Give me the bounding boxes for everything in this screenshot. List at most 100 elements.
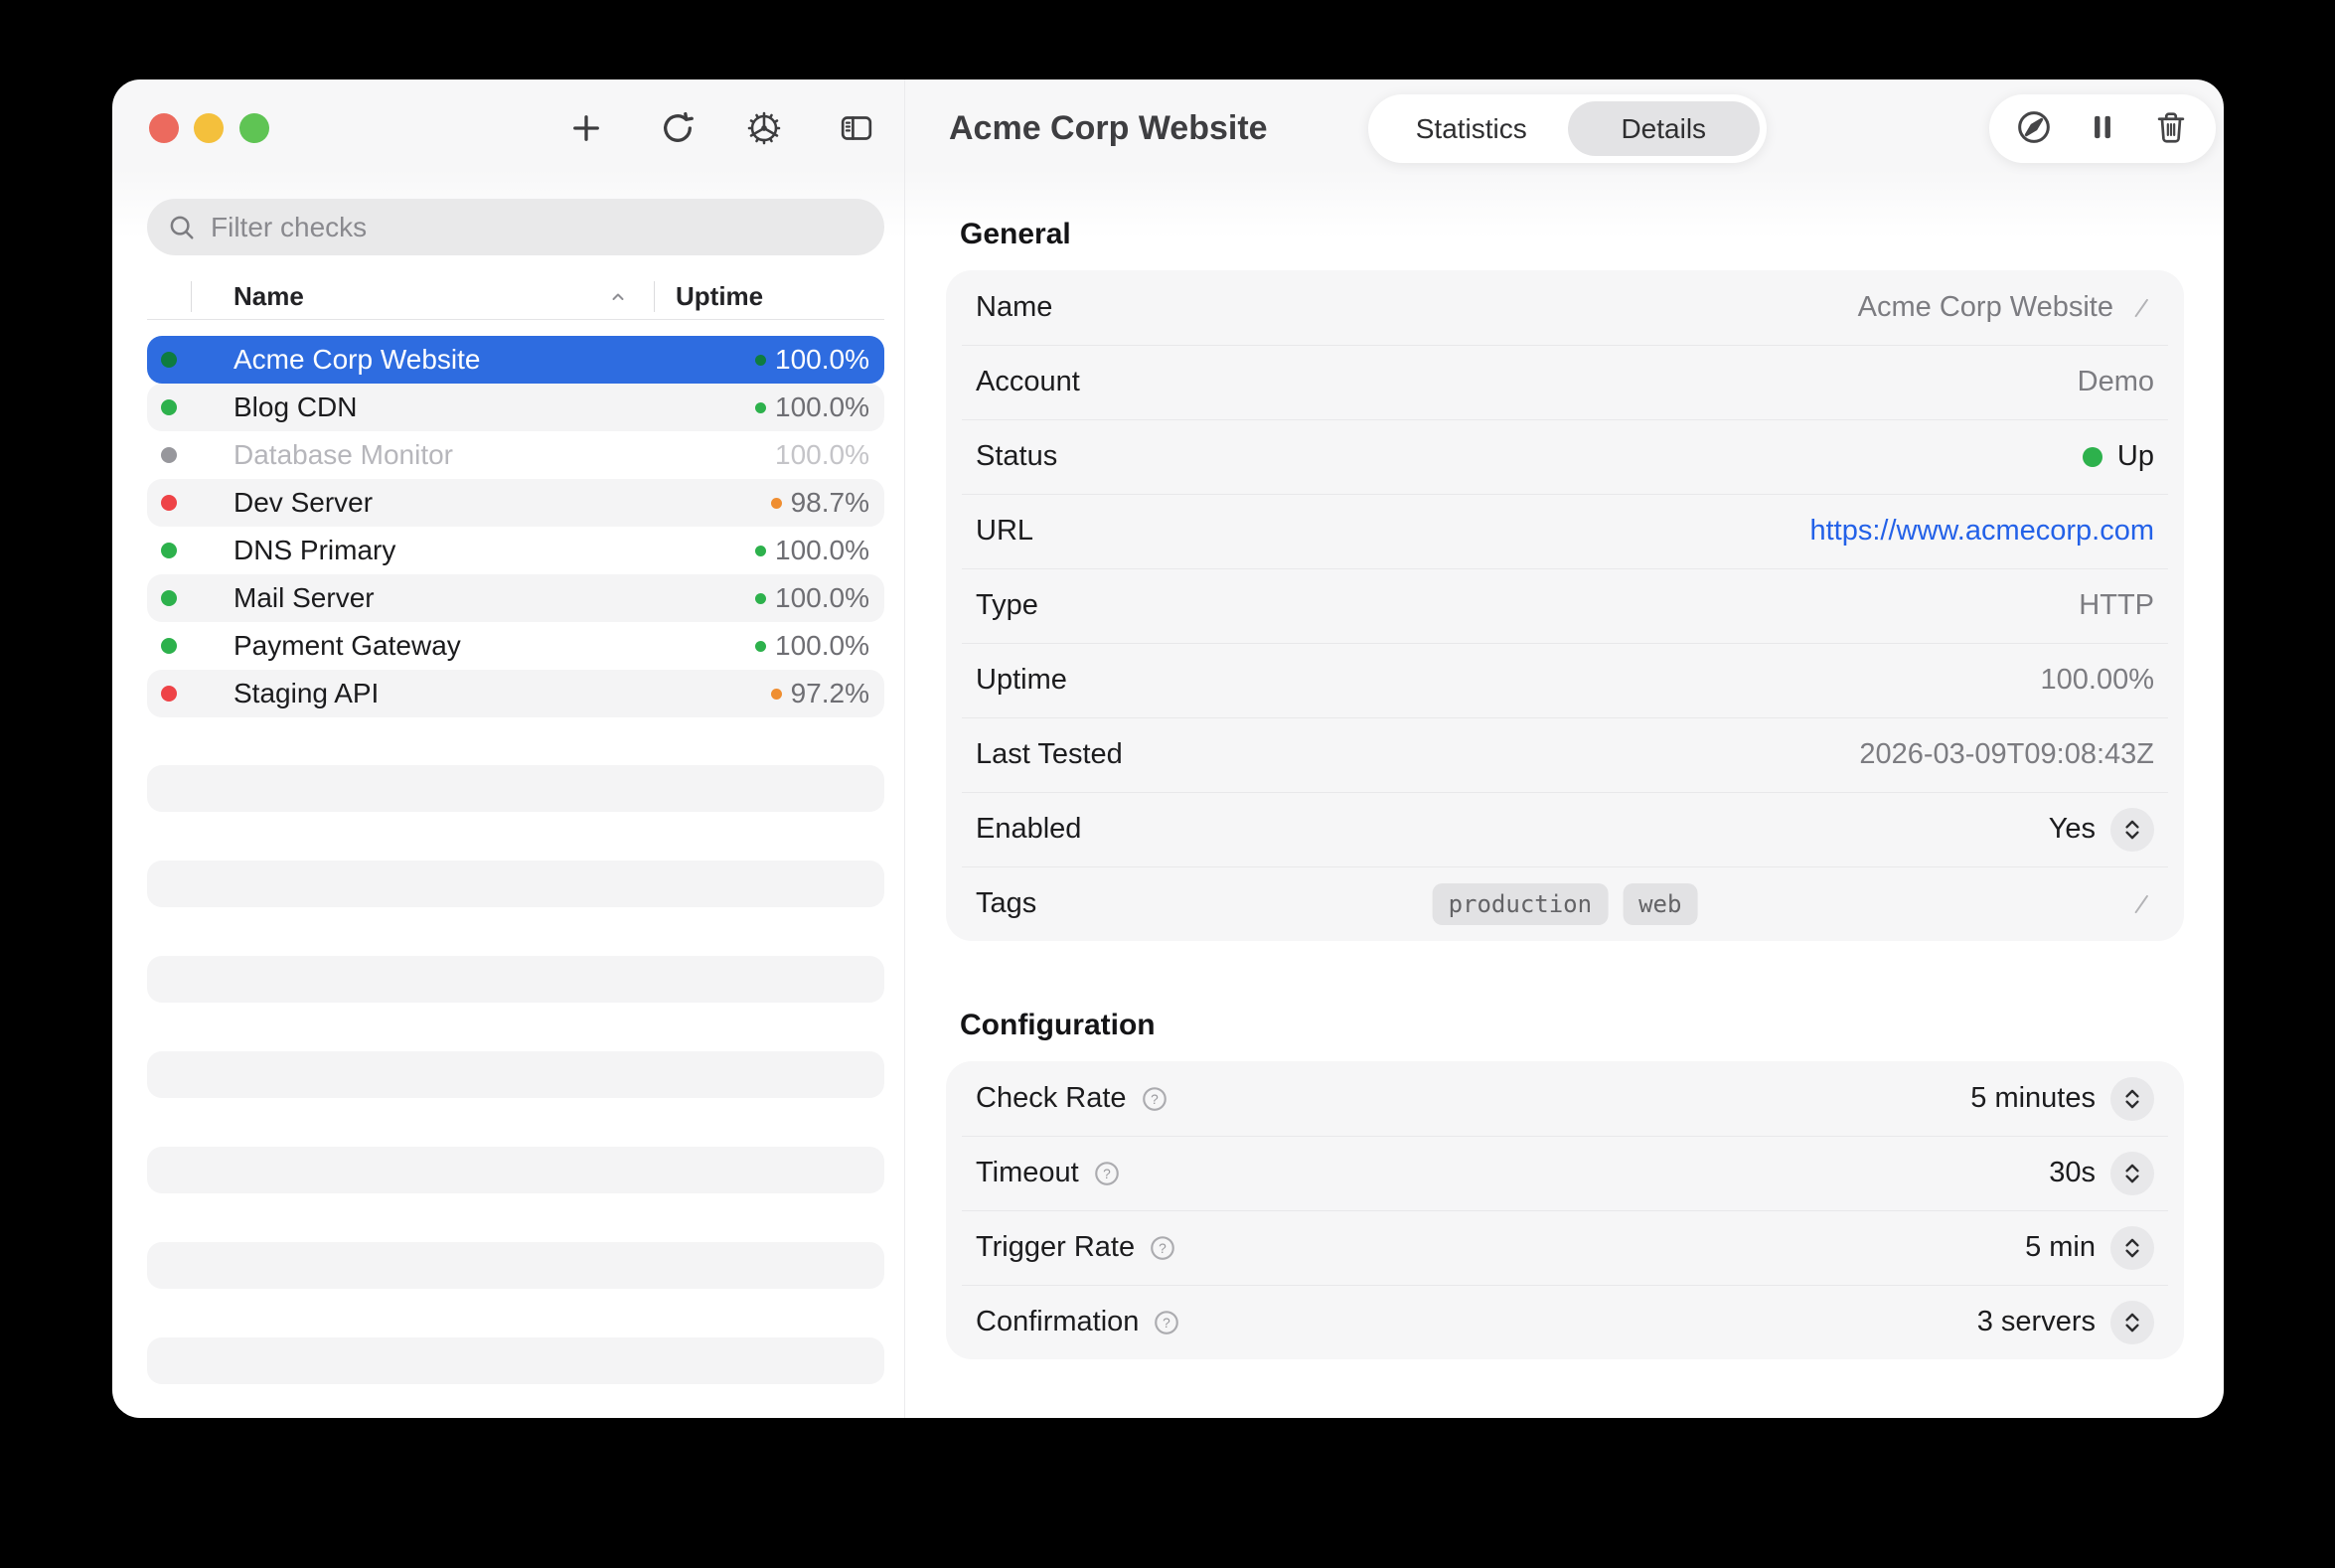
check-row[interactable]: Acme Corp Website100.0% — [147, 336, 884, 384]
row-label: Type — [976, 589, 1038, 622]
refresh-button[interactable] — [656, 107, 700, 151]
section-card: Name Acme Corp Website Account Demo Status Up… — [946, 270, 2184, 941]
help-icon[interactable]: ? — [1140, 1084, 1169, 1114]
check-row[interactable]: Payment Gateway100.0% — [147, 622, 884, 670]
check-row[interactable]: Database Monitor100.0% — [147, 431, 884, 479]
uptime-dot — [771, 498, 782, 509]
url-link[interactable]: https://www.acmecorp.com — [1810, 515, 2155, 548]
row-value: https://www.acmecorp.com — [1810, 515, 2155, 548]
row-label: Uptime — [976, 664, 1067, 697]
name-column-header[interactable]: Name — [234, 274, 304, 319]
delete-check-button[interactable] — [2147, 105, 2195, 153]
stepper-control[interactable] — [2110, 1152, 2154, 1195]
detail-row: Trigger Rate? 5 min — [946, 1210, 2184, 1285]
plus-icon — [568, 110, 604, 149]
check-uptime: 100.0% — [755, 582, 869, 614]
minimize-window-button[interactable] — [194, 113, 224, 143]
view-tabs: StatisticsDetails — [1368, 94, 1767, 163]
detail-row: Status Up — [946, 419, 2184, 494]
empty-row-stripe — [147, 1242, 884, 1289]
row-value: HTTP — [2079, 589, 2154, 622]
uptime-dot — [755, 546, 766, 556]
status-dot — [161, 495, 177, 511]
detail-row: Name Acme Corp Website — [946, 270, 2184, 345]
add-check-button[interactable] — [564, 107, 608, 151]
status-dot — [161, 399, 177, 415]
detail-row: URL https://www.acmecorp.com — [946, 494, 2184, 568]
row-label: Trigger Rate? — [976, 1231, 1177, 1264]
row-value: Demo — [2078, 366, 2154, 398]
empty-row-stripe — [147, 765, 884, 812]
row-label-text: Enabled — [976, 813, 1081, 846]
row-label: URL — [976, 515, 1033, 548]
row-value: 30s — [2049, 1152, 2154, 1195]
help-icon[interactable]: ? — [1148, 1233, 1177, 1263]
row-label: Timeout? — [976, 1157, 1122, 1189]
stepper-control[interactable] — [2110, 1226, 2154, 1270]
svg-text:?: ? — [1159, 1240, 1167, 1255]
detail-row: Timeout? 30s — [946, 1136, 2184, 1210]
close-window-button[interactable] — [149, 113, 179, 143]
pause-check-button[interactable] — [2079, 105, 2126, 153]
empty-row-stripe — [147, 861, 884, 907]
row-value-text: Up — [2117, 440, 2154, 473]
column-headers: Name Uptime — [147, 274, 884, 320]
filter-checks-field — [147, 199, 884, 255]
row-value-text: Yes — [2049, 813, 2096, 846]
row-value-text: 5 min — [2025, 1231, 2096, 1264]
uptime-value: 100.0% — [775, 582, 869, 614]
check-uptime: 100.0% — [775, 439, 869, 471]
tab-details[interactable]: Details — [1568, 101, 1761, 156]
row-label: Last Tested — [976, 738, 1123, 771]
help-icon[interactable]: ? — [1092, 1159, 1122, 1188]
help-icon[interactable]: ? — [1152, 1308, 1181, 1337]
check-row[interactable]: Staging API97.2% — [147, 670, 884, 717]
row-label: Name — [976, 291, 1052, 324]
row-label-text: Name — [976, 291, 1052, 324]
section-heading: General — [960, 215, 2184, 254]
row-label-text: URL — [976, 515, 1033, 548]
stepper-control[interactable] — [2110, 1077, 2154, 1121]
stepper-control[interactable] — [2110, 1301, 2154, 1344]
row-label-text: Confirmation — [976, 1306, 1139, 1338]
row-label: Account — [976, 366, 1080, 398]
check-row[interactable]: Dev Server98.7% — [147, 479, 884, 527]
detail-row: Uptime100.00% — [946, 643, 2184, 717]
row-label: Check Rate? — [976, 1082, 1169, 1115]
detail-sections: General Name Acme Corp Website Account Demo S… — [946, 177, 2184, 1359]
row-value: Acme Corp Website — [1858, 291, 2154, 324]
stepper-control[interactable] — [2110, 808, 2154, 852]
row-label: Status — [976, 440, 1057, 473]
status-up-dot — [2083, 447, 2102, 467]
row-label-text: Check Rate — [976, 1082, 1127, 1115]
edit-icon[interactable] — [2128, 891, 2154, 917]
section-heading: Configuration — [960, 1006, 2184, 1045]
check-name: Mail Server — [234, 582, 375, 614]
pause-icon — [2084, 108, 2121, 149]
edit-icon[interactable] — [2128, 295, 2154, 321]
zoom-window-button[interactable] — [239, 113, 269, 143]
row-label: Confirmation? — [976, 1306, 1181, 1338]
check-row[interactable]: Blog CDN100.0% — [147, 384, 884, 431]
uptime-column-header[interactable]: Uptime — [676, 274, 763, 319]
check-row[interactable]: Mail Server 100.0% — [147, 574, 884, 622]
search-input[interactable] — [209, 211, 864, 244]
empty-row-stripe — [147, 956, 884, 1003]
check-row[interactable]: DNS Primary100.0% — [147, 527, 884, 574]
compass-icon — [2014, 107, 2054, 150]
row-value-text: Acme Corp Website — [1858, 291, 2113, 324]
settings-button[interactable] — [742, 107, 786, 151]
row-label: Tags — [976, 887, 1036, 920]
row-value: 2026-03-09T09:08:43Z — [1859, 738, 2154, 771]
detail-row: Check Rate?5 minutes — [946, 1061, 2184, 1136]
row-label-text: Timeout — [976, 1157, 1079, 1189]
tab-statistics[interactable]: Statistics — [1375, 101, 1568, 156]
row-label-text: Tags — [976, 887, 1036, 920]
open-url-button[interactable] — [2010, 105, 2058, 153]
page-title: Acme Corp Website — [949, 79, 1268, 177]
detail-row: Last Tested 2026-03-09T09:08:43Z — [946, 717, 2184, 792]
uptime-value: 98.7% — [791, 487, 869, 519]
check-uptime: 100.0% — [755, 392, 869, 423]
detail-row: Tagsproductionweb — [946, 866, 2184, 941]
toggle-sidebar-button[interactable] — [835, 107, 878, 151]
